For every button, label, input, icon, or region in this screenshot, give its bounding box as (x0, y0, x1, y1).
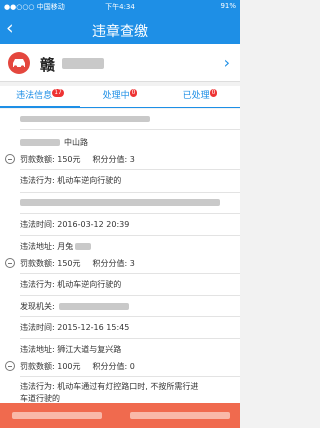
collapse-icon[interactable] (5, 154, 15, 164)
page-title: 违章查缴 (92, 24, 148, 40)
redacted-text (130, 412, 230, 419)
status-bar: ●●○○○ 中国移动 下午4:34 91% (0, 0, 240, 14)
violation-time: 违法时间: 2015-12-16 15:45 (20, 323, 130, 332)
violation-list[interactable]: 中山路 罚款数额: 150元 积分分值: 3 违法行为: 机动车逆向行驶的 违法时… (0, 109, 240, 403)
violation-time: 违法时间: 2016-03-12 20:39 (20, 220, 130, 229)
redacted-text (58, 303, 129, 310)
clock: 下午4:34 (105, 3, 135, 11)
tab-processing[interactable]: 处理中 0 (80, 86, 160, 108)
discovery-organ: 发现机关: (20, 301, 129, 312)
battery-label: 91% (220, 2, 236, 10)
divider (20, 295, 240, 296)
divider (20, 235, 240, 236)
plate-redacted (62, 58, 104, 69)
bottom-action-bar[interactable] (0, 403, 240, 428)
tab-badge: 17 (52, 89, 64, 97)
tab-violation-info[interactable]: 违法信息 17 (0, 86, 80, 108)
tab-label: 违法信息 (16, 91, 53, 101)
fine-row: 罚款数额: 150元 积分分值: 3 (20, 155, 135, 164)
redacted-text (20, 116, 150, 122)
car-icon (8, 52, 30, 74)
fine-row: 罚款数额: 150元 积分分值: 3 (20, 259, 135, 268)
violation-behavior-cont: 车道行驶的 (20, 394, 60, 403)
divider (20, 129, 240, 130)
divider (20, 213, 240, 214)
redacted-text (12, 412, 102, 419)
tab-badge: 0 (209, 89, 218, 97)
tab-badge: 0 (129, 89, 138, 97)
collapse-icon[interactable] (5, 258, 15, 268)
divider (20, 316, 240, 317)
tab-bar: 违法信息 17 处理中 0 已处理 0 (0, 86, 240, 108)
violation-address: 违法地址: 狮江大道与复兴路 (20, 345, 122, 354)
violation-behavior: 违法行为: 机动车通过有灯控路口时, 不按所需行进 (20, 382, 199, 391)
redacted-text (20, 139, 60, 146)
plate-number: 赣 (40, 56, 56, 74)
violation-behavior: 违法行为: 机动车逆向行驶的 (20, 176, 122, 185)
chevron-right-icon[interactable]: › (224, 53, 230, 72)
vehicle-header[interactable]: 赣 › (0, 44, 240, 82)
violation-behavior: 违法行为: 机动车逆向行驶的 (20, 280, 122, 289)
redacted-text (75, 243, 92, 250)
violation-address: 违法地址: 月兔 (20, 241, 92, 252)
divider (20, 192, 240, 193)
divider (20, 169, 240, 170)
tab-label: 处理中 (102, 91, 130, 101)
nav-bar: ‹ 违章查缴 (0, 14, 240, 44)
fine-row: 罚款数额: 100元 积分分值: 0 (20, 362, 135, 371)
divider (20, 376, 240, 377)
redacted-text (20, 199, 220, 206)
divider (20, 273, 240, 274)
tab-processed[interactable]: 已处理 0 (160, 86, 240, 108)
divider (20, 338, 240, 339)
violation-address: 中山路 (20, 137, 88, 148)
collapse-icon[interactable] (5, 361, 15, 371)
tab-label: 已处理 (182, 91, 210, 101)
